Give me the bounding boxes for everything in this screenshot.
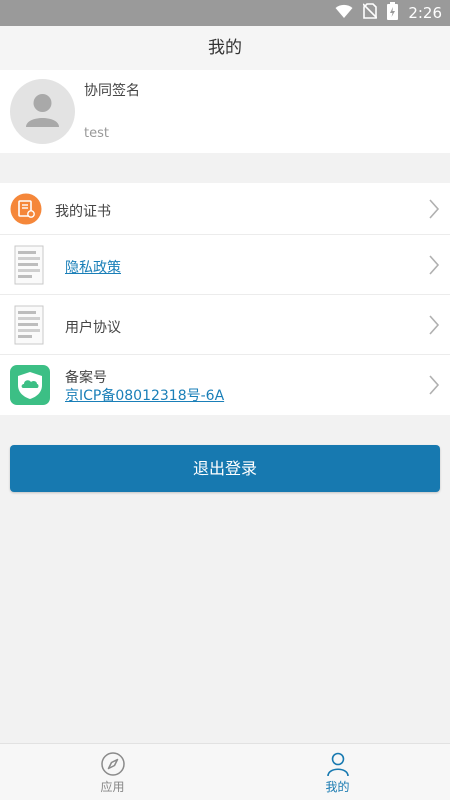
- menu-item-label: 我的证书: [55, 204, 111, 220]
- tab-label: 应用: [100, 780, 125, 794]
- menu-item-privacy-policy[interactable]: 隐私政策: [0, 235, 450, 295]
- menu-item-label: 用户协议: [65, 320, 121, 336]
- icp-record-label: 备案号: [65, 370, 107, 386]
- document-icon: [14, 305, 44, 349]
- settings-menu: 我的证书 隐私政策 用户协议 备案号 京ICP备08012318号-6A: [0, 183, 450, 415]
- tab-label: 我的: [325, 780, 350, 794]
- cloud-shield-icon: [10, 365, 50, 409]
- page-title: 我的: [0, 26, 450, 70]
- no-sim-icon: [362, 3, 378, 23]
- certificate-icon: [10, 193, 42, 229]
- menu-item-user-agreement[interactable]: 用户协议: [0, 295, 450, 355]
- avatar[interactable]: [10, 79, 75, 144]
- tab-mine[interactable]: 我的: [225, 744, 450, 800]
- status-time: 2:26: [408, 4, 442, 22]
- icp-number-link[interactable]: 京ICP备08012318号-6A: [65, 385, 224, 405]
- battery-charging-icon: [387, 2, 399, 24]
- privacy-policy-link[interactable]: 隐私政策: [65, 257, 121, 277]
- chevron-right-icon: [429, 255, 440, 275]
- logout-button[interactable]: 退出登录: [10, 445, 440, 492]
- status-bar: 2:26: [0, 0, 450, 26]
- tab-apps[interactable]: 应用: [0, 744, 225, 800]
- avatar-placeholder-icon: [26, 94, 59, 127]
- menu-item-certificates[interactable]: 我的证书: [0, 183, 450, 235]
- username: test: [84, 126, 109, 141]
- chevron-right-icon: [429, 199, 440, 219]
- document-icon: [14, 245, 44, 289]
- profile-card[interactable]: 协同签名 test: [0, 70, 450, 153]
- compass-icon: [100, 751, 126, 777]
- menu-item-icp-record[interactable]: 备案号 京ICP备08012318号-6A: [0, 355, 450, 415]
- signature-label: 协同签名: [84, 83, 140, 99]
- wifi-icon: [335, 4, 353, 23]
- person-icon: [325, 751, 351, 777]
- chevron-right-icon: [429, 375, 440, 395]
- bottom-tab-bar: 应用 我的: [0, 743, 450, 800]
- chevron-right-icon: [429, 315, 440, 335]
